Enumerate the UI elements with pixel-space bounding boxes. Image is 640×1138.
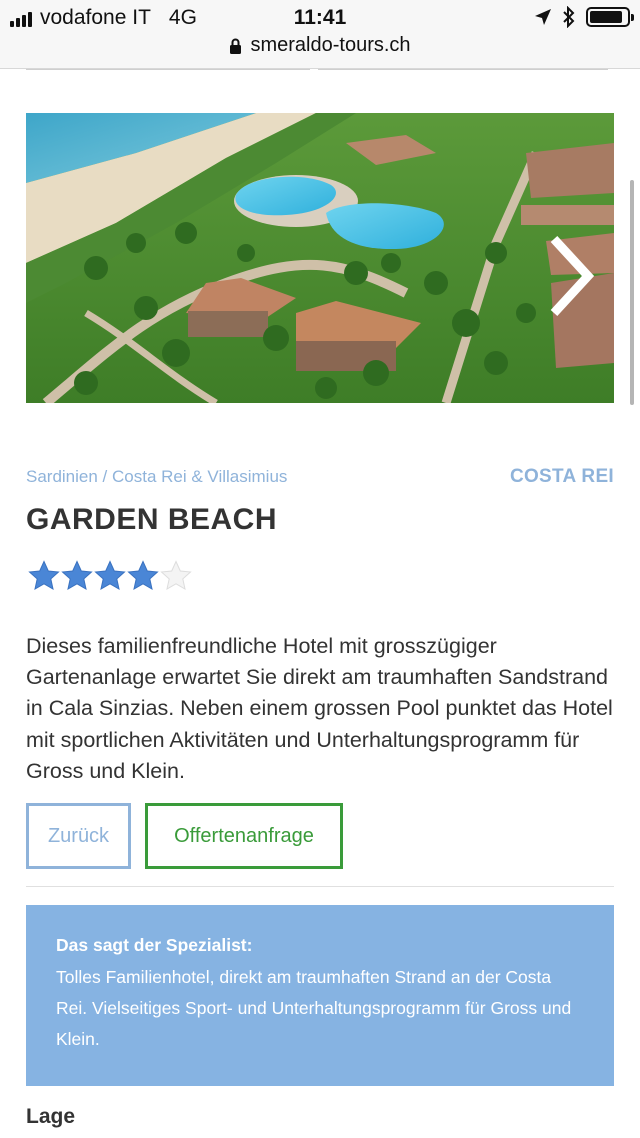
star-filled-icon	[28, 560, 60, 590]
tab-line-right	[318, 69, 608, 70]
location-arrow-icon	[535, 9, 551, 25]
divider	[26, 886, 614, 887]
hotel-image-slider[interactable]	[26, 113, 614, 403]
star-filled-icon	[127, 560, 159, 590]
browser-chrome: vodafone IT 4G 11:41 smeraldo-tours.ch	[0, 0, 640, 69]
star-empty-icon	[160, 560, 192, 590]
specialist-box: Das sagt der Spezialist: Tolles Familien…	[26, 905, 614, 1086]
battery-icon	[586, 7, 634, 27]
lock-icon	[230, 38, 242, 54]
section-title-lage: Lage	[26, 1105, 76, 1128]
offer-request-button[interactable]: Offertenanfrage	[145, 803, 343, 869]
specialist-text: Tolles Familienhotel, direkt am traumhaf…	[56, 967, 572, 1049]
page-scrollbar[interactable]	[630, 180, 634, 405]
hotel-description: Dieses familienfreundliche Hotel mit gro…	[26, 634, 613, 783]
address-bar[interactable]: smeraldo-tours.ch	[0, 34, 640, 57]
chevron-right-icon[interactable]	[546, 231, 596, 321]
status-icons	[534, 6, 634, 28]
back-button[interactable]: Zurück	[26, 803, 131, 869]
hotel-aerial-image	[26, 113, 614, 403]
star-rating	[28, 560, 192, 592]
battery-fill	[590, 11, 623, 23]
specialist-heading: Das sagt der Spezialist:	[56, 935, 253, 955]
breadcrumb[interactable]: Sardinien / Costa Rei & Villasimius	[26, 467, 287, 487]
star-filled-icon	[61, 560, 93, 590]
star-filled-icon	[94, 560, 126, 590]
region-label[interactable]: COSTA REI	[510, 466, 614, 488]
url-text: smeraldo-tours.ch	[250, 34, 411, 56]
bluetooth-icon	[563, 6, 575, 28]
hotel-title: GARDEN BEACH	[26, 503, 278, 536]
tab-line-left	[26, 69, 310, 70]
